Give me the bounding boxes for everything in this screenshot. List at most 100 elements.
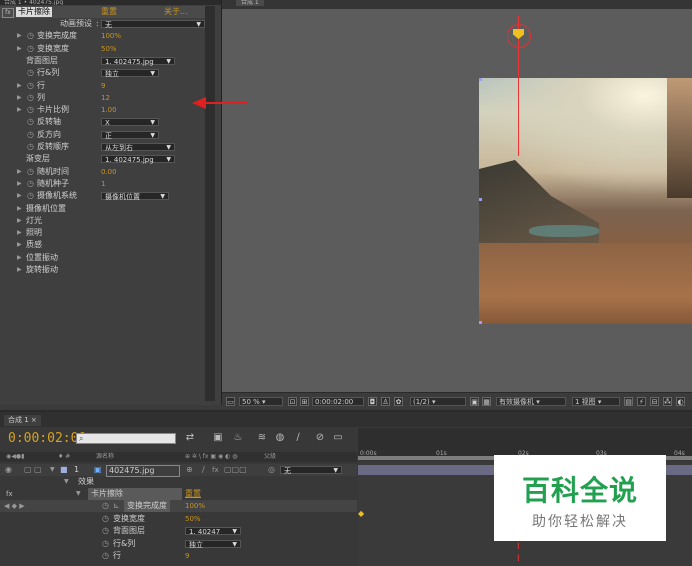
timeline-property-row[interactable]: ◀ ◆ ▶ ⊾ ◷ 变换完成度 100% (0, 500, 357, 512)
eye-icon[interactable]: ◉ (5, 464, 12, 476)
expand-triangle-icon[interactable]: ▶ (17, 203, 22, 215)
expand-triangle-icon[interactable]: ▶ (17, 252, 22, 264)
resolution-dropdown[interactable]: (1/2) ▾ (410, 397, 466, 406)
property-dropdown[interactable]: 无 ▼ (101, 20, 205, 29)
source-name-header[interactable]: 源名称 (96, 452, 114, 462)
stopwatch-icon[interactable]: ◷ (102, 538, 109, 550)
effect-property-row[interactable]: 渐变层 1. 402475.jpg ▼ (0, 153, 215, 165)
timeline-timecode[interactable]: 0:00:02:00 (8, 431, 86, 446)
quality-switch-icon[interactable]: ∕ (202, 464, 205, 476)
lock-box[interactable]: ▢ (34, 464, 42, 476)
shy-switch-icon[interactable]: ⊕ (186, 464, 193, 476)
solo-box[interactable]: ▢ (24, 464, 32, 476)
toggle-pixel-icon[interactable]: ▤ (624, 397, 633, 406)
transparency-grid-icon[interactable]: ▦ (482, 397, 491, 406)
effect-property-row[interactable]: ▶ ◷ 卡片比例 1.00 (0, 104, 215, 116)
effect-controls-scrollbar[interactable] (205, 6, 215, 401)
property-dropdown[interactable]: 正 ▼ (101, 130, 159, 140)
keyframe-navigator-icon[interactable]: ◀ ◆ ▶ (4, 500, 25, 512)
property-dropdown[interactable]: 1. 402475.jpg ▼ (101, 155, 175, 164)
about-link[interactable]: 关于... (164, 6, 188, 18)
parent-header[interactable]: 父级 (264, 452, 276, 462)
stopwatch-icon[interactable]: ◷ (27, 190, 34, 202)
effect-property-row[interactable]: ▶ ◷ 列 12 (0, 92, 215, 104)
reset-link[interactable]: 重置 (101, 6, 117, 18)
stopwatch-icon[interactable]: ◷ (27, 166, 34, 178)
time-ruler[interactable]: 0:00s 01s 02s 03s 04s (358, 428, 692, 457)
fx-toggle-icon[interactable]: fx (2, 8, 14, 18)
close-icon[interactable]: × (31, 416, 37, 424)
channel-icon[interactable]: ✿ (394, 397, 403, 406)
stopwatch-icon[interactable]: ◷ (102, 513, 109, 525)
expand-triangle-icon[interactable]: ▶ (17, 190, 22, 202)
property-dropdown[interactable]: X ▼ (101, 118, 159, 127)
effect-property-row[interactable]: ▶ 旋转振动 (0, 264, 215, 276)
property-value[interactable]: 100% (101, 30, 121, 42)
timeline-property-row[interactable]: ◷ 行 9 (0, 550, 357, 562)
timeline-tab[interactable]: 合成 1 × (4, 415, 41, 426)
region-of-interest-icon[interactable]: ▣ (470, 397, 479, 406)
expand-triangle-icon[interactable]: ▼ (50, 464, 55, 476)
timeline-icon[interactable]: ⊟ (650, 397, 659, 406)
property-value[interactable]: 50% (185, 513, 201, 525)
stopwatch-icon[interactable]: ◷ (27, 30, 34, 42)
expand-triangle-icon[interactable]: ▶ (17, 80, 22, 92)
stopwatch-icon[interactable]: ◷ (27, 92, 34, 104)
brainstorm-icon[interactable]: ▭ (332, 432, 344, 444)
graph-editor-icon[interactable]: ∕ (292, 432, 304, 444)
motion-blur-icon[interactable]: ◍ (274, 432, 286, 444)
pickwhip-icon[interactable]: ◎ (268, 464, 275, 476)
timeline-property-row[interactable]: ◷ 行&列 独立 ▼ (0, 538, 357, 550)
camera-dropdown[interactable]: 有效摄像机 ▾ (496, 397, 566, 406)
effect-property-row[interactable]: ▶ 位置振动 (0, 252, 215, 264)
expand-triangle-icon[interactable]: ▶ (17, 239, 22, 251)
effect-property-row[interactable]: ◷ 反转轴 X ▼ (0, 116, 215, 128)
effect-name[interactable]: 卡片擦除 (88, 488, 182, 500)
reset-link[interactable]: 重置 (185, 488, 201, 500)
property-dropdown[interactable]: 1. 402475.jpg ▼ (101, 56, 175, 66)
composition-tab[interactable]: 合成 1 (236, 0, 264, 6)
effect-property-row[interactable]: ▶ 照明 (0, 227, 215, 239)
graph-icon[interactable]: ⊾ (113, 500, 120, 512)
property-dropdown[interactable]: 1. 40247 ▼ (185, 527, 241, 536)
expand-triangle-icon[interactable]: ▶ (17, 43, 22, 55)
parent-dropdown[interactable]: 无 ▼ (280, 466, 342, 475)
zoom-dropdown[interactable]: 50 % ▾ (239, 397, 283, 406)
property-value[interactable]: 1 (101, 178, 105, 190)
effect-property-row[interactable]: ▶ 摄像机位置 (0, 203, 215, 215)
timeline-property-row[interactable]: ◷ 变换宽度 50% (0, 513, 357, 525)
layer-handle[interactable] (479, 321, 482, 324)
composition-image[interactable] (479, 78, 692, 324)
stopwatch-icon[interactable]: ◷ (102, 525, 109, 537)
always-preview-icon[interactable]: ▭ (226, 397, 235, 406)
fx-icon[interactable]: fx (6, 488, 13, 500)
current-time-field[interactable]: 0:00:02:00 (312, 397, 364, 406)
expand-triangle-icon[interactable]: ▶ (17, 30, 22, 42)
effect-property-row[interactable]: ▶ ◷ 变换完成度 100% (0, 30, 215, 42)
property-value[interactable]: 0.00 (101, 166, 117, 178)
stopwatch-icon[interactable]: ◷ (27, 129, 34, 141)
effect-property-row[interactable]: ▶ 质感 (0, 239, 215, 251)
timeline-search-input[interactable]: ⌕ (76, 433, 176, 444)
effect-property-row[interactable]: ▶ ◷ 随机时间 0.00 (0, 166, 215, 178)
composition-mini-flowchart-icon[interactable]: ⇄ (184, 432, 196, 444)
expand-triangle-icon[interactable]: ▶ (17, 178, 22, 190)
stopwatch-icon[interactable]: ◷ (27, 67, 34, 79)
effect-property-row[interactable]: 动画预设: 无 ▼ (0, 18, 215, 30)
effect-property-row[interactable]: ◷ 反转顺序 从左到右 ▼ (0, 141, 215, 153)
layer-handle[interactable] (479, 198, 482, 201)
property-value[interactable]: 9 (101, 80, 105, 92)
camera-snapshot-icon[interactable]: ◘ (368, 397, 377, 406)
property-value[interactable]: 12 (101, 92, 110, 104)
snapshot-region-icon[interactable]: ⊞ (300, 397, 309, 406)
stopwatch-icon[interactable]: ◷ (102, 500, 109, 512)
effect-property-row[interactable]: ◷ 反方向 正 ▼ (0, 129, 215, 141)
hide-shy-layers-icon[interactable]: ♨ (232, 432, 244, 444)
property-value[interactable]: 1.00 (101, 104, 117, 116)
draft-3d-icon[interactable]: ▣ (212, 432, 224, 444)
layer-row[interactable]: ◉ ▢ ▢ ▼ ■ 1 ▣ 402475.jpg ⊕ ∕ fx ▢▢▢ ◎ 无 ▼ (0, 464, 357, 477)
frame-blending-icon[interactable]: ≋ (256, 432, 268, 444)
show-snapshot-icon[interactable]: ♙ (381, 397, 390, 406)
stopwatch-icon[interactable]: ◷ (27, 141, 34, 153)
fit-icon[interactable]: ⊡ (288, 397, 297, 406)
